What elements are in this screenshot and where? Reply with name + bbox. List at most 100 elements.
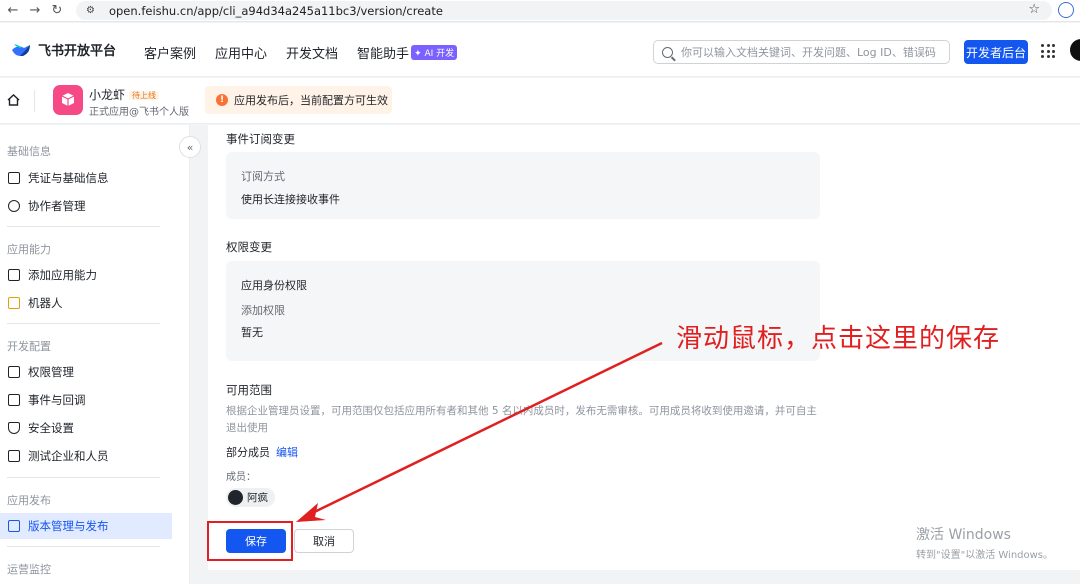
- nav-customer-cases[interactable]: 客户案例: [144, 43, 196, 62]
- brand-name: 飞书开放平台: [38, 44, 117, 59]
- reload-icon[interactable]: ↻: [48, 2, 66, 20]
- profile-icon[interactable]: [1058, 2, 1074, 18]
- home-icon[interactable]: [7, 94, 20, 106]
- user-avatar[interactable]: [1070, 39, 1080, 61]
- search-icon: [662, 46, 673, 58]
- sidebar-item-test-org[interactable]: 测试企业和人员: [0, 443, 172, 469]
- notice-text: 应用发布后，当前配置方可生效: [234, 94, 388, 107]
- collapse-sidebar-button[interactable]: «: [179, 136, 201, 158]
- sidebar-item-label: 添加应用能力: [28, 268, 97, 282]
- sidebar-item-label: 机器人: [28, 296, 63, 310]
- watermark-subtitle: 转到"设置"以激活 Windows。: [916, 550, 1054, 561]
- scope-members: 部分成员 编辑: [226, 444, 298, 460]
- cube-icon: [61, 93, 75, 106]
- address-bar[interactable]: ⚙ open.feishu.cn/app/cli_a94d34a245a11bc…: [76, 1, 1052, 20]
- robot-icon: [8, 297, 20, 309]
- credentials-icon: [8, 172, 20, 184]
- sidebar-item-label: 安全设置: [28, 421, 74, 435]
- top-navigation: 飞书开放平台 客户案例 应用中心 开发文档 智能助手 ✦ AI 开发 你可以输入文…: [0, 23, 1080, 77]
- feishu-logo-icon: [12, 43, 30, 56]
- add-permission-value: 暂无: [241, 326, 263, 339]
- nav-ai-assistant[interactable]: 智能助手 ✦ AI 开发: [357, 43, 458, 62]
- sidebar-item-add-capability[interactable]: 添加应用能力: [0, 262, 172, 288]
- sidebar-section-capabilities: 应用能力: [7, 243, 51, 256]
- feishu-logo[interactable]: 飞书开放平台: [10, 40, 116, 59]
- sidebar-item-label: 测试企业和人员: [28, 449, 109, 463]
- sidebar-item-version-release[interactable]: 版本管理与发布: [0, 513, 172, 539]
- member-name: 阿疯: [247, 492, 268, 504]
- app-subtitle: 正式应用@飞书个人版: [89, 107, 189, 118]
- back-icon[interactable]: ←: [4, 2, 22, 20]
- divider: [34, 90, 35, 112]
- edit-members-link[interactable]: 编辑: [276, 446, 298, 459]
- app-icon: [53, 85, 83, 115]
- upload-icon: [8, 520, 20, 532]
- sidebar-section-release: 应用发布: [7, 494, 51, 507]
- sidebar-item-label: 凭证与基础信息: [28, 171, 109, 185]
- sidebar-item-credentials[interactable]: 凭证与基础信息: [0, 165, 172, 191]
- sidebar-item-security[interactable]: 安全设置: [0, 415, 172, 441]
- sidebar-item-events[interactable]: 事件与回调: [0, 387, 172, 413]
- forward-icon[interactable]: →: [26, 2, 44, 20]
- app-identity-label: 应用身份权限: [241, 279, 307, 292]
- avatar: [228, 490, 243, 505]
- annotation-text: 滑动鼠标，点击这里的保存: [676, 324, 1001, 354]
- warning-icon: !: [216, 94, 228, 106]
- app-name: 小龙虾 待上线: [89, 86, 160, 103]
- member-label: 成员：: [226, 472, 256, 483]
- subscribe-method-label: 订阅方式: [241, 170, 285, 183]
- url-text: open.feishu.cn/app/cli_a94d34a245a11bc3/…: [108, 3, 443, 18]
- member-chip: 阿疯: [226, 488, 275, 507]
- event-change-title: 事件订阅变更: [226, 132, 295, 146]
- ai-badge: ✦ AI 开发: [411, 45, 458, 60]
- nav-ai-assistant-label: 智能助手: [357, 47, 410, 62]
- sidebar-item-collaborators[interactable]: 协作者管理: [0, 193, 172, 219]
- apps-grid-icon[interactable]: [1041, 44, 1055, 58]
- status-badge: 待上线: [129, 91, 160, 100]
- event-icon: [8, 394, 20, 406]
- divider: [7, 226, 160, 227]
- main-nav: 客户案例 应用中心 开发文档 智能助手 ✦ AI 开发: [144, 43, 458, 62]
- nav-app-center[interactable]: 应用中心: [215, 43, 267, 62]
- divider: [7, 477, 160, 478]
- watermark-title: 激活 Windows: [916, 527, 1011, 543]
- publish-notice: ! 应用发布后，当前配置方可生效: [205, 86, 392, 114]
- permission-change-title: 权限变更: [226, 240, 272, 254]
- developer-console-button[interactable]: 开发者后台: [964, 40, 1028, 64]
- sidebar-item-permissions[interactable]: 权限管理: [0, 359, 172, 385]
- windows-activation-watermark: 激活 Windows 转到"设置"以激活 Windows。: [916, 524, 1053, 561]
- grid-add-icon: [8, 269, 20, 281]
- divider: [7, 546, 160, 547]
- shield-icon: [8, 422, 20, 434]
- sidebar-item-label: 权限管理: [28, 365, 74, 379]
- sidebar: 基础信息 凭证与基础信息 协作者管理 应用能力 添加应用能力 机器人 开发配置 …: [0, 125, 190, 584]
- double-chevron-left-icon: «: [186, 140, 194, 154]
- lock-icon: [8, 366, 20, 378]
- sidebar-item-label: 协作者管理: [28, 199, 86, 213]
- user-icon: [8, 200, 20, 212]
- scope-members-label: 部分成员: [226, 446, 270, 459]
- subscribe-method-value: 使用长连接接收事件: [241, 193, 340, 206]
- sidebar-item-label: 版本管理与发布: [28, 519, 109, 533]
- add-permission-label: 添加权限: [241, 304, 285, 317]
- sidebar-section-basic: 基础信息: [7, 145, 51, 158]
- code-icon: [8, 450, 20, 462]
- sidebar-item-bot[interactable]: 机器人: [0, 290, 172, 316]
- bookmark-star-icon[interactable]: ☆: [1028, 2, 1040, 17]
- app-header: 小龙虾 待上线 正式应用@飞书个人版 ! 应用发布后，当前配置方可生效: [0, 78, 1080, 124]
- scope-title: 可用范围: [226, 383, 272, 397]
- scope-description: 根据企业管理员设置，可用范围仅包括应用所有者和其他 5 名以内成员时，发布无需审…: [226, 405, 817, 434]
- search-input[interactable]: 你可以输入文档关键词、开发问题、Log ID、错误码: [653, 40, 950, 64]
- sidebar-item-label: 事件与回调: [28, 393, 86, 407]
- sidebar-section-monitoring: 运营监控: [7, 563, 51, 576]
- event-change-card: 订阅方式 使用长连接接收事件: [226, 152, 820, 219]
- site-info-icon[interactable]: ⚙: [86, 5, 95, 16]
- search-placeholder: 你可以输入文档关键词、开发问题、Log ID、错误码: [681, 46, 936, 59]
- browser-toolbar: ← → ↻ ⚙ open.feishu.cn/app/cli_a94d34a24…: [0, 0, 1080, 22]
- nav-dev-docs[interactable]: 开发文档: [286, 43, 338, 62]
- divider: [7, 323, 160, 324]
- app-name-text: 小龙虾: [89, 88, 126, 102]
- save-highlight-box: [207, 521, 293, 561]
- sidebar-section-dev-config: 开发配置: [7, 340, 51, 353]
- cancel-button[interactable]: 取消: [294, 529, 354, 553]
